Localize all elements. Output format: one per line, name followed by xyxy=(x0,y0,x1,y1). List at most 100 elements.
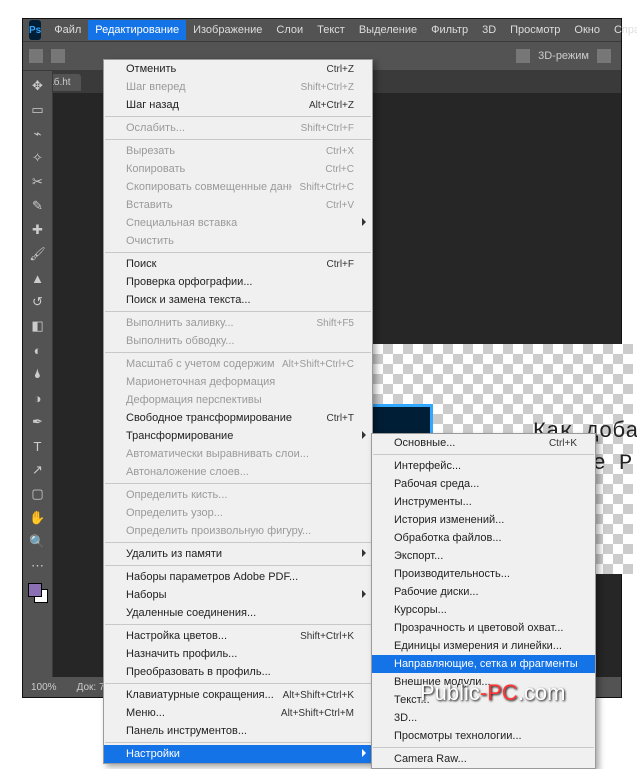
edit-menu-separator xyxy=(105,311,371,312)
prefs-menu-item-6[interactable]: Обработка файлов... xyxy=(372,529,595,547)
menu-текст[interactable]: Текст xyxy=(310,20,352,40)
menu-выделение[interactable]: Выделение xyxy=(352,20,424,40)
edit-toolbar-icon[interactable]: ⋯ xyxy=(27,555,49,577)
edit-menu-item-label: Настройка цветов... xyxy=(126,630,292,642)
edit-menu-item-label: Скопировать совмещенные данные xyxy=(126,181,292,193)
3d-mode-label: 3D-режим xyxy=(538,50,589,62)
edit-menu-item-8: Скопировать совмещенные данныеShift+Ctrl… xyxy=(104,178,372,196)
menu-справка[interactable]: Справка xyxy=(607,20,637,40)
menu-просмотр[interactable]: Просмотр xyxy=(503,20,567,40)
edit-menu-item-40[interactable]: Преобразовать в профиль... xyxy=(104,663,372,681)
prefs-menu-item-7[interactable]: Экспорт... xyxy=(372,547,595,565)
edit-menu-item-11: Очистить xyxy=(104,232,372,250)
eraser-tool-icon[interactable]: ◧ xyxy=(27,315,49,337)
edit-menu-item-13[interactable]: ПоискCtrl+F xyxy=(104,255,372,273)
edit-menu-item-10: Специальная вставка xyxy=(104,214,372,232)
color-swatch[interactable] xyxy=(28,583,48,603)
brush-tool-icon[interactable]: 🖌 xyxy=(27,243,49,265)
edit-menu-item-label: Автоналожение слоев... xyxy=(126,466,354,478)
edit-menu-item-label: Настройки xyxy=(126,748,354,760)
edit-menu-item-23[interactable]: Свободное трансформированиеCtrl+T xyxy=(104,409,372,427)
menu-слои[interactable]: Слои xyxy=(269,20,310,40)
crop-tool-icon[interactable]: ✂ xyxy=(27,171,49,193)
zoom-level[interactable]: 100% xyxy=(31,682,57,693)
edit-menu-item-0[interactable]: ОтменитьCtrl+Z xyxy=(104,60,372,78)
edit-menu-item-22: Деформация перспективы xyxy=(104,391,372,409)
edit-menu-item-43[interactable]: Меню...Alt+Shift+Ctrl+M xyxy=(104,704,372,722)
edit-menu-item-label: Наборы параметров Adobe PDF... xyxy=(126,571,354,583)
prefs-menu-item-9[interactable]: Рабочие диски... xyxy=(372,583,595,601)
menu-изображение[interactable]: Изображение xyxy=(186,20,269,40)
edit-menu-item-shortcut: Alt+Shift+Ctrl+C xyxy=(282,359,354,370)
blur-tool-icon[interactable]: 🌢 xyxy=(27,363,49,385)
edit-menu-item-7: КопироватьCtrl+C xyxy=(104,160,372,178)
prefs-menu-item-19[interactable]: Camera Raw... xyxy=(372,750,595,768)
prefs-menu-item-8[interactable]: Производительность... xyxy=(372,565,595,583)
prefs-menu-item-label: Инструменты... xyxy=(394,496,577,508)
edit-menu-item-label: Трансформирование xyxy=(126,430,354,442)
prefs-menu-item-2[interactable]: Интерфейс... xyxy=(372,457,595,475)
edit-menu-item-26: Автоналожение слоев... xyxy=(104,463,372,481)
edit-menu-item-label: Автоматически выравнивать слои... xyxy=(126,448,354,460)
edit-menu-item-label: Шаг вперед xyxy=(126,81,293,93)
menu-файл[interactable]: Файл xyxy=(47,20,88,40)
healing-tool-icon[interactable]: ✚ xyxy=(27,219,49,241)
prefs-menu-item-5[interactable]: История изменений... xyxy=(372,511,595,529)
edit-menu-item-42[interactable]: Клавиатурные сокращения...Alt+Shift+Ctrl… xyxy=(104,686,372,704)
prefs-menu-item-10[interactable]: Курсоры... xyxy=(372,601,595,619)
move-tool-icon[interactable]: ✥ xyxy=(27,75,49,97)
prefs-menu-item-3[interactable]: Рабочая среда... xyxy=(372,475,595,493)
prefs-menu-item-4[interactable]: Инструменты... xyxy=(372,493,595,511)
menu-редактирование[interactable]: Редактирование xyxy=(88,20,186,40)
edit-menu-item-2[interactable]: Шаг назадAlt+Ctrl+Z xyxy=(104,96,372,114)
edit-menu-item-shortcut: Ctrl+Z xyxy=(327,64,355,75)
hand-tool-icon[interactable]: ✋ xyxy=(27,507,49,529)
edit-menu-item-39[interactable]: Назначить профиль... xyxy=(104,645,372,663)
edit-menu-item-38[interactable]: Настройка цветов...Shift+Ctrl+K xyxy=(104,627,372,645)
edit-menu-item-label: Вставить xyxy=(126,199,318,211)
prefs-menu-item-11[interactable]: Прозрачность и цветовой охват... xyxy=(372,619,595,637)
zoom-tool-icon[interactable]: 🔍 xyxy=(27,531,49,553)
gradient-tool-icon[interactable]: ◐ xyxy=(27,339,49,361)
dodge-tool-icon[interactable]: ◑ xyxy=(27,387,49,409)
edit-menu-item-46[interactable]: Настройки xyxy=(104,745,372,763)
prefs-menu-item-14[interactable]: Внешние модули... xyxy=(372,673,595,691)
edit-menu-item-44[interactable]: Панель инструментов... xyxy=(104,722,372,740)
prefs-menu-separator xyxy=(373,454,594,455)
prefs-menu-item-16[interactable]: 3D... xyxy=(372,709,595,727)
pen-tool-icon[interactable]: ✒ xyxy=(27,411,49,433)
menu-окно[interactable]: Окно xyxy=(567,20,607,40)
edit-menu-item-36[interactable]: Удаленные соединения... xyxy=(104,604,372,622)
type-tool-icon[interactable]: T xyxy=(27,435,49,457)
prefs-menu-item-label: Интерфейс... xyxy=(394,460,577,472)
edit-menu-item-24[interactable]: Трансформирование xyxy=(104,427,372,445)
prefs-menu-item-0[interactable]: Основные...Ctrl+K xyxy=(372,434,595,452)
prefs-menu-item-label: Текст... xyxy=(394,694,577,706)
edit-menu-item-label: Очистить xyxy=(126,235,354,247)
edit-menu-item-14[interactable]: Проверка орфографии... xyxy=(104,273,372,291)
history-brush-tool-icon[interactable]: ↺ xyxy=(27,291,49,313)
menu-3d[interactable]: 3D xyxy=(475,20,503,40)
prefs-menu-item-label: Рабочие диски... xyxy=(394,586,577,598)
edit-menu-item-35[interactable]: Наборы xyxy=(104,586,372,604)
prefs-menu-item-15[interactable]: Текст... xyxy=(372,691,595,709)
lasso-tool-icon[interactable]: ⌁ xyxy=(27,123,49,145)
magic-wand-tool-icon[interactable]: ✧ xyxy=(27,147,49,169)
ps-logo-icon: Ps xyxy=(29,20,41,40)
menu-фильтр[interactable]: Фильтр xyxy=(424,20,475,40)
prefs-menu-item-17[interactable]: Просмотры технологии... xyxy=(372,727,595,745)
photoshop-window: Ps ФайлРедактированиеИзображениеСлоиТекс… xyxy=(22,18,622,698)
path-tool-icon[interactable]: ↗ xyxy=(27,459,49,481)
edit-menu-item-shortcut: Alt+Ctrl+Z xyxy=(309,100,354,111)
edit-menu-item-34[interactable]: Наборы параметров Adobe PDF... xyxy=(104,568,372,586)
eyedropper-tool-icon[interactable]: ✎ xyxy=(27,195,49,217)
marquee-tool-icon[interactable]: ▭ xyxy=(27,99,49,121)
edit-menu-item-shortcut: Ctrl+C xyxy=(325,164,354,175)
edit-menu-item-32[interactable]: Удалить из памяти xyxy=(104,545,372,563)
prefs-menu-item-12[interactable]: Единицы измерения и линейки... xyxy=(372,637,595,655)
edit-menu-item-15[interactable]: Поиск и замена текста... xyxy=(104,291,372,309)
prefs-menu-item-13[interactable]: Направляющие, сетка и фрагменты... xyxy=(372,655,595,673)
stamp-tool-icon[interactable]: ▲ xyxy=(27,267,49,289)
shape-tool-icon[interactable]: ▢ xyxy=(27,483,49,505)
prefs-menu-item-label: Просмотры технологии... xyxy=(394,730,577,742)
